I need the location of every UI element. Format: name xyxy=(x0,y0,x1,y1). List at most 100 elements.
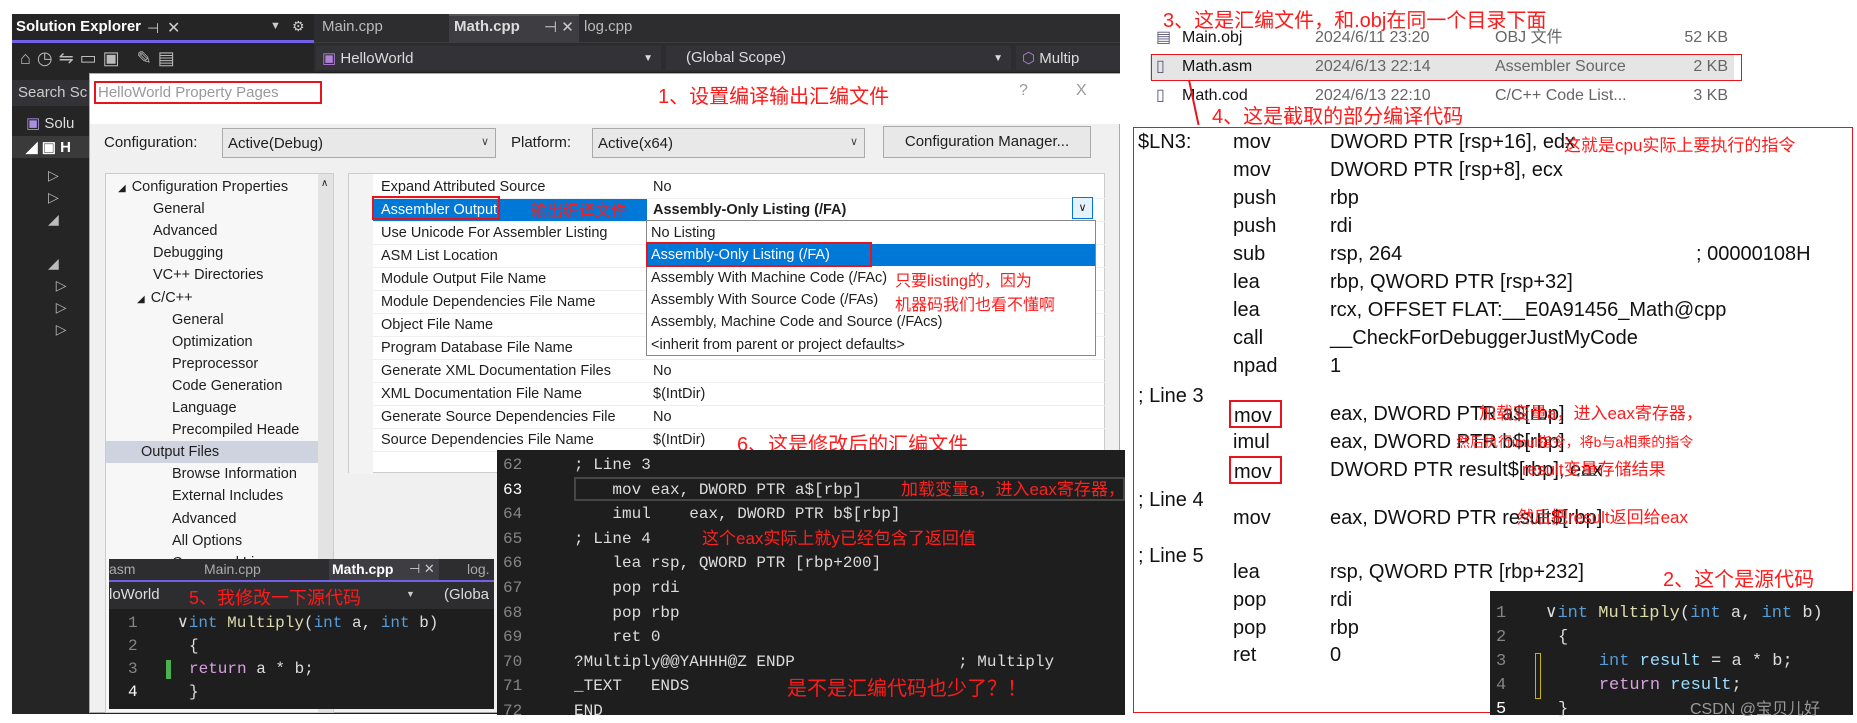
property-value: No xyxy=(653,363,672,379)
toolbar-icons[interactable]: ⌂◷⇋▭▣ ✎▤ xyxy=(20,48,181,69)
file-icon: ▯ xyxy=(1156,87,1165,104)
asm-mnemonic: pop xyxy=(1233,617,1267,639)
tree-item[interactable]: Code Generation xyxy=(156,375,282,397)
search-input[interactable]: Search Sc xyxy=(18,84,87,101)
file-row[interactable]: ▤ Main.obj 2024/6/11 23:20 OBJ 文件 52 KB xyxy=(1150,25,1734,51)
code-line: 62 ; Line 3 xyxy=(497,453,1125,477)
configuration-select[interactable]: Active(Debug) ∨ xyxy=(222,128,496,158)
tab-math-cpp[interactable]: Math.cpp xyxy=(332,561,393,577)
configuration-manager-button[interactable]: Configuration Manager... xyxy=(883,126,1091,158)
scope-combo[interactable]: (Global Scope) ▼ xyxy=(666,46,1011,70)
expand-icon[interactable]: ◢ xyxy=(137,294,145,305)
asm-operands: DWORD PTR [rsp+16], edx xyxy=(1330,131,1576,153)
dropdown-option[interactable]: No Listing xyxy=(647,222,1095,244)
line-number: 65 xyxy=(503,529,523,548)
code-text: END xyxy=(574,702,603,720)
file-type: C/C++ Code List... xyxy=(1495,87,1627,104)
property-row[interactable]: Generate Source Dependencies File No xyxy=(373,406,1105,429)
tab-main-cpp[interactable]: Main.cpp xyxy=(204,561,261,577)
platform-select[interactable]: Active(x64) ∨ xyxy=(592,128,865,158)
project-combo[interactable]: ▣ HelloWorld ▼ xyxy=(316,46,661,70)
annotation: 然后执行imul指令，将b与a相乘的指令 xyxy=(1456,434,1694,450)
asm-mnemonic: ret xyxy=(1233,644,1257,666)
property-name: ASM List Location xyxy=(381,248,498,264)
annotation-2: 2、这个是源代码 xyxy=(1663,569,1815,591)
scope-combo[interactable]: (Globa xyxy=(444,586,489,603)
source-editor-original: 1 2 3 4 5 ∨int Multiply(int a, int b) { … xyxy=(1490,591,1853,719)
asm-mnemonic: push xyxy=(1233,215,1277,237)
pin-icon[interactable]: ⊣ xyxy=(147,20,159,37)
chevron-down-icon: ▼ xyxy=(406,589,415,599)
tree-item[interactable]: Advanced xyxy=(156,508,237,530)
tree-expanders[interactable]: ▷ ▷ ◢ ◢ ▷ ▷ ▷ xyxy=(48,164,67,340)
tree-item[interactable]: Preprocessor xyxy=(156,353,258,375)
project-combo[interactable]: loWorld xyxy=(109,586,160,603)
gear-icon[interactable]: ⚙ xyxy=(292,18,305,35)
tree-item[interactable]: All Options xyxy=(156,530,242,552)
code-text: lea rsp, QWORD PTR [rbp+200] xyxy=(574,554,882,573)
tree-item[interactable]: Precompiled Heade xyxy=(156,419,299,441)
line-number: 67 xyxy=(503,579,523,597)
scroll-up-icon[interactable]: ∧ xyxy=(321,178,328,189)
dropdown-button[interactable]: ∨ xyxy=(1072,197,1093,219)
file-date: 2024/6/11 23:20 xyxy=(1315,29,1430,46)
project-node[interactable]: ◢ ▣ H xyxy=(26,138,71,156)
tree-item-label: Precompiled Heade xyxy=(172,422,300,439)
code-text: ret 0 xyxy=(574,628,661,647)
asm-label: ; Line 4 xyxy=(1138,489,1204,511)
source-editor-modified: asm Main.cpp Math.cpp ⊣ ✕ log. loWorld 5… xyxy=(109,559,494,709)
tab-math-cpp[interactable]: Math.cpp xyxy=(454,18,520,35)
property-value: $(IntDir) xyxy=(653,386,706,402)
annotation: 加载变量a，进入eax寄存器， xyxy=(901,479,1125,499)
asm-label: $LN3: xyxy=(1138,131,1192,153)
asm-operands: rsp, 264 xyxy=(1330,243,1403,265)
help-button[interactable]: ? xyxy=(1019,82,1028,100)
line-number: 63 xyxy=(503,480,523,499)
close-tab-icon[interactable]: ⊣ ✕ xyxy=(544,18,574,36)
tree-item[interactable]: Optimization xyxy=(156,331,253,353)
annotation-output: 输出编译文件 xyxy=(531,203,628,220)
property-value: No xyxy=(653,179,672,195)
dropdown-option[interactable]: <inherit from parent or project defaults… xyxy=(647,334,1095,356)
annotation-4: 4、这是截取的部分编译代码 xyxy=(1212,106,1464,128)
solution-node[interactable]: ▣ Solu xyxy=(26,114,74,132)
tree-item[interactable]: General xyxy=(156,309,224,331)
code-line: 68 pop rbp xyxy=(497,601,1125,625)
member-combo[interactable]: ⬡ Multip xyxy=(1016,46,1120,70)
tab-log-cpp[interactable]: log.cpp xyxy=(584,18,632,35)
file-type: OBJ 文件 xyxy=(1495,29,1563,46)
code-line: 70 ?Multiply@@YAHHH@Z ENDP ; Multiply xyxy=(497,650,1125,674)
asm-mnemonic: mov xyxy=(1229,400,1282,428)
tree-item[interactable]: ◢ Configuration Properties xyxy=(118,176,288,198)
expand-icon[interactable]: ◢ xyxy=(118,183,126,194)
change-marker xyxy=(166,660,171,679)
code-line: 65 ; Line 4 这个eax实际上就y已经包含了返回值 xyxy=(497,527,1125,551)
close-icon[interactable]: ✕ xyxy=(167,18,180,38)
solution-icon: ▣ xyxy=(26,115,41,132)
property-row[interactable]: XML Documentation File Name $(IntDir) xyxy=(373,383,1105,406)
tab-main-cpp[interactable]: Main.cpp xyxy=(322,18,383,35)
tree-item[interactable]: Output Files xyxy=(106,441,318,464)
asm-operands: rsp, QWORD PTR [rbp+232] xyxy=(1330,561,1584,583)
tree-item[interactable]: ◢ C/C++ xyxy=(137,287,193,309)
tab-asm[interactable]: asm xyxy=(109,561,135,577)
tree-item[interactable]: Debugging xyxy=(137,242,223,264)
code-line: 72 END xyxy=(497,699,1125,723)
file-icon: ▤ xyxy=(1156,29,1172,46)
close-tab-icon[interactable]: ⊣ ✕ xyxy=(409,561,435,577)
chevron-down-icon: ∨ xyxy=(480,136,489,148)
tree-item[interactable]: Browse Information xyxy=(156,463,297,485)
editor-tab-bar: Main.cpp Math.cpp ⊣ ✕ log.cpp xyxy=(314,14,1120,42)
tree-item[interactable]: Language xyxy=(156,397,237,419)
tree-item-label: Debugging xyxy=(153,245,224,262)
tree-item[interactable]: External Includes xyxy=(156,485,283,507)
property-row[interactable]: Generate XML Documentation Files No xyxy=(373,360,1105,383)
tree-item[interactable]: General xyxy=(137,198,205,220)
tree-item-label: General xyxy=(172,311,224,328)
tree-item[interactable]: Advanced xyxy=(137,220,218,242)
tree-item[interactable]: VC++ Directories xyxy=(137,264,263,286)
dropdown-icon[interactable]: ▼ xyxy=(270,20,281,32)
tab-log[interactable]: log. xyxy=(467,561,490,577)
close-button[interactable]: X xyxy=(1076,82,1087,100)
tree-item-label: Code Generation xyxy=(172,377,283,394)
